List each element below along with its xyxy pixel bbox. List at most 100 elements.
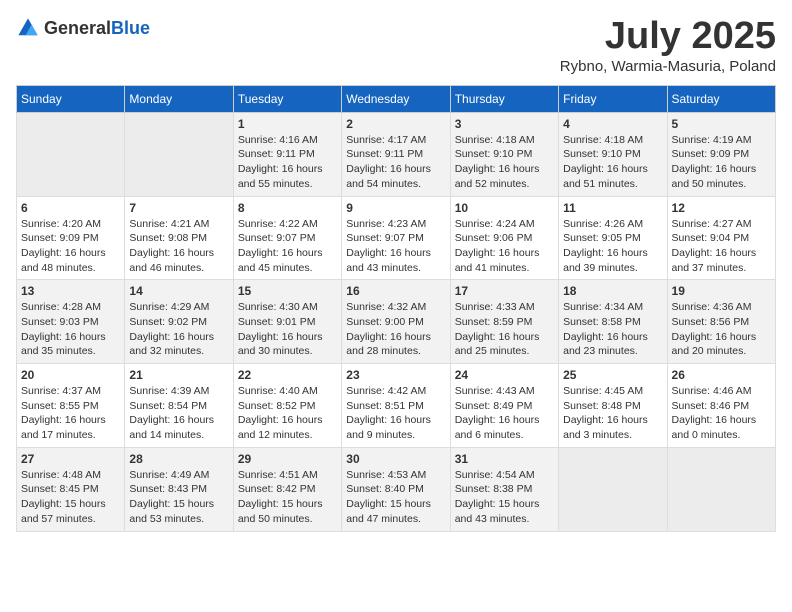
calendar-cell: 20 Sunrise: 4:37 AM Sunset: 8:55 PM Dayli…	[17, 364, 125, 448]
day-info: Sunrise: 4:53 AM Sunset: 8:40 PM Dayligh…	[346, 468, 445, 527]
calendar-week-row: 20 Sunrise: 4:37 AM Sunset: 8:55 PM Dayli…	[17, 364, 776, 448]
weekday-header: Wednesday	[342, 85, 450, 112]
calendar-cell: 15Sunrise: 4:30 AM Sunset: 9:01 PM Dayli…	[233, 280, 341, 364]
day-number: 2	[346, 117, 445, 131]
day-number: 17	[455, 284, 554, 298]
day-number: 15	[238, 284, 337, 298]
calendar-cell: 18 Sunrise: 4:34 AM Sunset: 8:58 PM Dayli…	[559, 280, 667, 364]
calendar-cell: 30 Sunrise: 4:53 AM Sunset: 8:40 PM Dayli…	[342, 447, 450, 531]
day-number: 14	[129, 284, 228, 298]
day-info: Sunrise: 4:32 AM Sunset: 9:00 PM Dayligh…	[346, 300, 445, 359]
calendar-cell: 26 Sunrise: 4:46 AM Sunset: 8:46 PM Dayli…	[667, 364, 775, 448]
calendar-table: SundayMondayTuesdayWednesdayThursdayFrid…	[16, 85, 776, 532]
day-number: 25	[563, 368, 662, 382]
calendar-cell: 11 Sunrise: 4:26 AM Sunset: 9:05 PM Dayli…	[559, 196, 667, 280]
day-info: Sunrise: 4:19 AM Sunset: 9:09 PM Dayligh…	[672, 133, 771, 192]
day-info: Sunrise: 4:24 AM Sunset: 9:06 PM Dayligh…	[455, 217, 554, 276]
day-number: 16	[346, 284, 445, 298]
day-info: Sunrise: 4:22 AM Sunset: 9:07 PM Dayligh…	[238, 217, 337, 276]
day-number: 29	[238, 452, 337, 466]
calendar-cell: 9 Sunrise: 4:23 AM Sunset: 9:07 PM Daylig…	[342, 196, 450, 280]
day-number: 24	[455, 368, 554, 382]
day-info: Sunrise: 4:43 AM Sunset: 8:49 PM Dayligh…	[455, 384, 554, 443]
calendar-week-row: 6 Sunrise: 4:20 AM Sunset: 9:09 PM Daylig…	[17, 196, 776, 280]
calendar-cell: 25 Sunrise: 4:45 AM Sunset: 8:48 PM Dayli…	[559, 364, 667, 448]
day-info: Sunrise: 4:34 AM Sunset: 8:58 PM Dayligh…	[563, 300, 662, 359]
location-title: Rybno, Warmia-Masuria, Poland	[560, 58, 776, 75]
day-info: Sunrise: 4:29 AM Sunset: 9:02 PM Dayligh…	[129, 300, 228, 359]
calendar-cell: 22 Sunrise: 4:40 AM Sunset: 8:52 PM Dayli…	[233, 364, 341, 448]
day-info: Sunrise: 4:17 AM Sunset: 9:11 PM Dayligh…	[346, 133, 445, 192]
day-info: Sunrise: 4:36 AM Sunset: 8:56 PM Dayligh…	[672, 300, 771, 359]
day-info: Sunrise: 4:40 AM Sunset: 8:52 PM Dayligh…	[238, 384, 337, 443]
day-info: Sunrise: 4:20 AM Sunset: 9:09 PM Dayligh…	[21, 217, 120, 276]
day-info: Sunrise: 4:23 AM Sunset: 9:07 PM Dayligh…	[346, 217, 445, 276]
calendar-cell: 13 Sunrise: 4:28 AM Sunset: 9:03 PM Dayli…	[17, 280, 125, 364]
calendar-cell: 2 Sunrise: 4:17 AM Sunset: 9:11 PM Daylig…	[342, 112, 450, 196]
day-info: Sunrise: 4:46 AM Sunset: 8:46 PM Dayligh…	[672, 384, 771, 443]
day-info: Sunrise: 4:18 AM Sunset: 9:10 PM Dayligh…	[455, 133, 554, 192]
day-number: 1	[238, 117, 337, 131]
day-number: 31	[455, 452, 554, 466]
day-number: 18	[563, 284, 662, 298]
day-number: 10	[455, 201, 554, 215]
title-block: July 2025 Rybno, Warmia-Masuria, Poland	[560, 16, 776, 75]
day-number: 7	[129, 201, 228, 215]
calendar-cell: 6 Sunrise: 4:20 AM Sunset: 9:09 PM Daylig…	[17, 196, 125, 280]
calendar-header-row: SundayMondayTuesdayWednesdayThursdayFrid…	[17, 85, 776, 112]
calendar-week-row: 27Sunrise: 4:48 AM Sunset: 8:45 PM Dayli…	[17, 447, 776, 531]
calendar-cell: 1Sunrise: 4:16 AM Sunset: 9:11 PM Daylig…	[233, 112, 341, 196]
day-number: 20	[21, 368, 120, 382]
day-number: 19	[672, 284, 771, 298]
day-number: 4	[563, 117, 662, 131]
day-number: 13	[21, 284, 120, 298]
calendar-cell: 12 Sunrise: 4:27 AM Sunset: 9:04 PM Dayli…	[667, 196, 775, 280]
day-number: 22	[238, 368, 337, 382]
day-info: Sunrise: 4:21 AM Sunset: 9:08 PM Dayligh…	[129, 217, 228, 276]
calendar-cell: 3 Sunrise: 4:18 AM Sunset: 9:10 PM Daylig…	[450, 112, 558, 196]
calendar-cell	[667, 447, 775, 531]
calendar-cell: 19 Sunrise: 4:36 AM Sunset: 8:56 PM Dayli…	[667, 280, 775, 364]
calendar-cell: 28 Sunrise: 4:49 AM Sunset: 8:43 PM Dayli…	[125, 447, 233, 531]
calendar-cell: 4 Sunrise: 4:18 AM Sunset: 9:10 PM Daylig…	[559, 112, 667, 196]
day-number: 21	[129, 368, 228, 382]
calendar-cell: 23Sunrise: 4:42 AM Sunset: 8:51 PM Dayli…	[342, 364, 450, 448]
day-info: Sunrise: 4:39 AM Sunset: 8:54 PM Dayligh…	[129, 384, 228, 443]
calendar-cell: 10 Sunrise: 4:24 AM Sunset: 9:06 PM Dayli…	[450, 196, 558, 280]
logo: GeneralBlue	[16, 16, 150, 40]
day-info: Sunrise: 4:27 AM Sunset: 9:04 PM Dayligh…	[672, 217, 771, 276]
day-number: 6	[21, 201, 120, 215]
calendar-cell	[559, 447, 667, 531]
day-number: 9	[346, 201, 445, 215]
day-info: Sunrise: 4:26 AM Sunset: 9:05 PM Dayligh…	[563, 217, 662, 276]
weekday-header: Sunday	[17, 85, 125, 112]
day-number: 8	[238, 201, 337, 215]
weekday-header: Tuesday	[233, 85, 341, 112]
day-info: Sunrise: 4:48 AM Sunset: 8:45 PM Dayligh…	[21, 468, 120, 527]
day-info: Sunrise: 4:49 AM Sunset: 8:43 PM Dayligh…	[129, 468, 228, 527]
day-info: Sunrise: 4:45 AM Sunset: 8:48 PM Dayligh…	[563, 384, 662, 443]
calendar-cell: 8 Sunrise: 4:22 AM Sunset: 9:07 PM Daylig…	[233, 196, 341, 280]
weekday-header: Monday	[125, 85, 233, 112]
day-number: 11	[563, 201, 662, 215]
calendar-cell	[17, 112, 125, 196]
day-info: Sunrise: 4:28 AM Sunset: 9:03 PM Dayligh…	[21, 300, 120, 359]
logo-general-text: General	[44, 18, 111, 38]
logo-icon	[16, 16, 40, 40]
day-number: 28	[129, 452, 228, 466]
day-number: 12	[672, 201, 771, 215]
day-info: Sunrise: 4:42 AM Sunset: 8:51 PM Dayligh…	[346, 384, 445, 443]
day-number: 26	[672, 368, 771, 382]
day-number: 3	[455, 117, 554, 131]
day-info: Sunrise: 4:18 AM Sunset: 9:10 PM Dayligh…	[563, 133, 662, 192]
month-title: July 2025	[560, 16, 776, 58]
calendar-cell: 21 Sunrise: 4:39 AM Sunset: 8:54 PM Dayli…	[125, 364, 233, 448]
calendar-cell: 31Sunrise: 4:54 AM Sunset: 8:38 PM Dayli…	[450, 447, 558, 531]
calendar-cell: 7 Sunrise: 4:21 AM Sunset: 9:08 PM Daylig…	[125, 196, 233, 280]
day-number: 30	[346, 452, 445, 466]
page-header: GeneralBlue July 2025 Rybno, Warmia-Masu…	[16, 16, 776, 75]
weekday-header: Saturday	[667, 85, 775, 112]
calendar-cell: 29Sunrise: 4:51 AM Sunset: 8:42 PM Dayli…	[233, 447, 341, 531]
day-info: Sunrise: 4:37 AM Sunset: 8:55 PM Dayligh…	[21, 384, 120, 443]
calendar-cell: 14 Sunrise: 4:29 AM Sunset: 9:02 PM Dayli…	[125, 280, 233, 364]
